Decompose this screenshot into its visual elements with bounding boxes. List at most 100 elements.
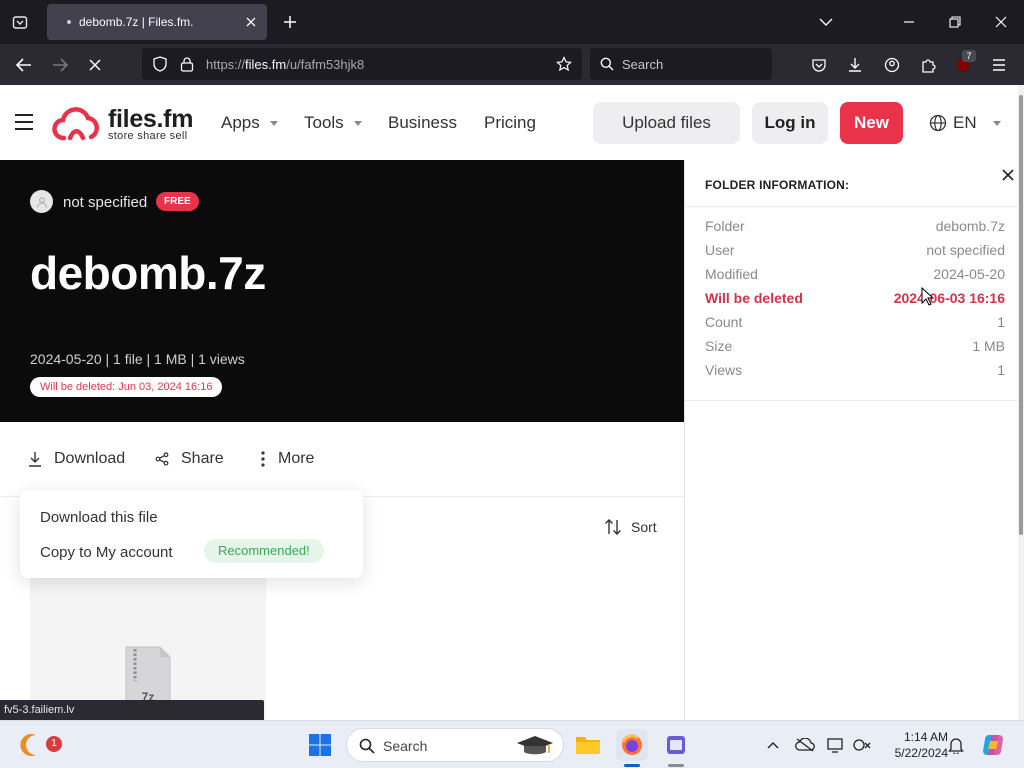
windows-taskbar: 1 Search 1:14 AM 5/22/2024 bbox=[0, 720, 1024, 768]
account-button[interactable] bbox=[879, 52, 905, 78]
download-icon bbox=[849, 58, 861, 72]
puzzle-icon bbox=[922, 59, 936, 73]
panel-divider bbox=[685, 206, 1019, 207]
url-path: /u/fafm53hjk8 bbox=[286, 57, 365, 72]
list-all-tabs-button[interactable] bbox=[8, 10, 32, 34]
file-explorer-button[interactable] bbox=[572, 729, 604, 761]
file-card[interactable]: 7z bbox=[30, 578, 266, 720]
chevron-up-icon bbox=[767, 742, 779, 749]
download-button[interactable]: Download bbox=[28, 450, 125, 468]
network-tray-icon[interactable] bbox=[852, 735, 872, 755]
share-button[interactable]: Share bbox=[155, 450, 224, 468]
folder-hero: not specified FREE debomb.7z 2024-05-20 … bbox=[0, 160, 684, 422]
close-window-button[interactable] bbox=[987, 8, 1015, 36]
notifications-button[interactable] bbox=[946, 735, 966, 755]
menu-business[interactable]: Business bbox=[388, 113, 457, 133]
cloud-off-icon bbox=[795, 738, 815, 752]
new-button[interactable]: New bbox=[840, 102, 903, 144]
language-selector[interactable]: EN bbox=[929, 113, 1001, 133]
onedrive-tray-icon[interactable] bbox=[795, 735, 815, 755]
info-key: Size bbox=[705, 338, 733, 354]
firefox-active-indicator bbox=[624, 764, 640, 767]
weather-moon-icon bbox=[20, 734, 36, 756]
files-fm-logo[interactable]: files.fm store share sell bbox=[52, 105, 202, 145]
info-value: 1 bbox=[997, 362, 1005, 378]
sort-label: Sort bbox=[631, 519, 657, 535]
info-value: 1 bbox=[997, 314, 1005, 330]
restore-button[interactable] bbox=[941, 8, 969, 36]
clock-date: 5/22/2024 bbox=[894, 746, 948, 760]
folder-meta: 2024-05-20 | 1 file | 1 MB | 1 views bbox=[30, 351, 245, 367]
download-label: Download bbox=[54, 450, 126, 467]
star-icon[interactable] bbox=[556, 56, 572, 72]
search-icon bbox=[600, 57, 614, 71]
login-button[interactable]: Log in bbox=[752, 102, 828, 144]
extensions-button[interactable] bbox=[915, 52, 941, 78]
site-menu-button[interactable] bbox=[14, 113, 34, 131]
lock-icon[interactable] bbox=[180, 56, 194, 72]
widgets-button[interactable]: 1 bbox=[16, 729, 62, 761]
folder-icon bbox=[576, 737, 600, 754]
browser-nav-bar: https://files.fm/u/fafm53hjk8 Search bbox=[0, 44, 1024, 85]
scrollbar-thumb[interactable] bbox=[1019, 95, 1023, 535]
restore-icon bbox=[949, 16, 961, 28]
pocket-button[interactable] bbox=[806, 52, 832, 78]
info-row-deletion: Will be deleted 2024-06-03 16:16 bbox=[705, 290, 1005, 310]
sort-button[interactable]: Sort bbox=[604, 518, 657, 536]
copy-to-account-item[interactable]: Copy to My account bbox=[40, 544, 173, 561]
show-hidden-icons-button[interactable] bbox=[763, 735, 783, 755]
downloads-button[interactable] bbox=[842, 52, 868, 78]
firefox-taskbar-button[interactable] bbox=[616, 729, 648, 761]
deletion-badge: Will be deleted: Jun 03, 2024 16:16 bbox=[30, 377, 223, 397]
owner-name[interactable]: not specified bbox=[63, 194, 147, 211]
browser-search-placeholder: Search bbox=[622, 57, 664, 72]
tab-loading-dot bbox=[67, 20, 71, 24]
app-taskbar-button[interactable] bbox=[660, 729, 692, 761]
link-status-bar: fv5-3.failiem.lv bbox=[0, 700, 264, 720]
taskbar-clock[interactable]: 1:14 AM 5/22/2024 bbox=[878, 729, 948, 761]
info-row-user: User not specified bbox=[705, 242, 1005, 262]
minimize-icon bbox=[904, 21, 914, 23]
browser-search-bar[interactable]: Search bbox=[590, 48, 772, 80]
tab-title: debomb.7z | Files.fm. bbox=[79, 15, 194, 29]
globe-icon bbox=[929, 114, 947, 132]
menu-tools[interactable]: Tools bbox=[304, 113, 362, 133]
app-running-indicator bbox=[668, 764, 684, 767]
url-bar[interactable]: https://files.fm/u/fafm53hjk8 bbox=[142, 48, 582, 80]
display-tray-icon[interactable] bbox=[826, 735, 846, 755]
forward-button[interactable] bbox=[47, 52, 73, 78]
shield-icon[interactable] bbox=[152, 56, 168, 72]
browser-tab-active[interactable]: debomb.7z | Files.fm. bbox=[47, 4, 267, 40]
panel-close-button[interactable] bbox=[1001, 168, 1017, 184]
tab-list-icon bbox=[12, 16, 28, 29]
download-this-file-item[interactable]: Download this file bbox=[40, 509, 158, 526]
logo-tagline: store share sell bbox=[108, 130, 188, 142]
stop-loading-button[interactable] bbox=[82, 52, 108, 78]
new-tab-button[interactable] bbox=[278, 10, 302, 34]
tab-close-button[interactable] bbox=[239, 10, 263, 34]
menu-pricing[interactable]: Pricing bbox=[484, 113, 536, 133]
zip-file-icon: 7z bbox=[125, 646, 171, 704]
tab-overflow-button[interactable] bbox=[812, 8, 840, 36]
taskbar-search[interactable]: Search bbox=[346, 728, 564, 762]
more-dropdown: Download this file Copy to My account Re… bbox=[20, 490, 363, 578]
start-button[interactable] bbox=[304, 729, 336, 761]
minimize-button[interactable] bbox=[895, 8, 923, 36]
more-button[interactable]: More bbox=[260, 450, 314, 468]
hamburger-icon bbox=[15, 114, 33, 130]
share-label: Share bbox=[181, 450, 224, 467]
info-row-modified: Modified 2024-05-20 bbox=[705, 266, 1005, 286]
arrow-right-icon bbox=[53, 58, 68, 72]
info-key: Folder bbox=[705, 218, 745, 234]
menu-apps[interactable]: Apps bbox=[221, 113, 278, 133]
info-value: debomb.7z bbox=[935, 218, 1005, 234]
upload-files-button[interactable]: Upload files bbox=[593, 102, 740, 144]
taskbar-search-placeholder: Search bbox=[383, 738, 428, 754]
back-button[interactable] bbox=[11, 52, 37, 78]
page-scrollbar[interactable] bbox=[1018, 85, 1024, 720]
stop-icon bbox=[89, 59, 101, 71]
close-icon bbox=[995, 16, 1007, 28]
copilot-button[interactable] bbox=[980, 732, 1006, 758]
browser-tab-bar: debomb.7z | Files.fm. bbox=[0, 0, 1024, 44]
app-menu-button[interactable] bbox=[986, 52, 1012, 78]
